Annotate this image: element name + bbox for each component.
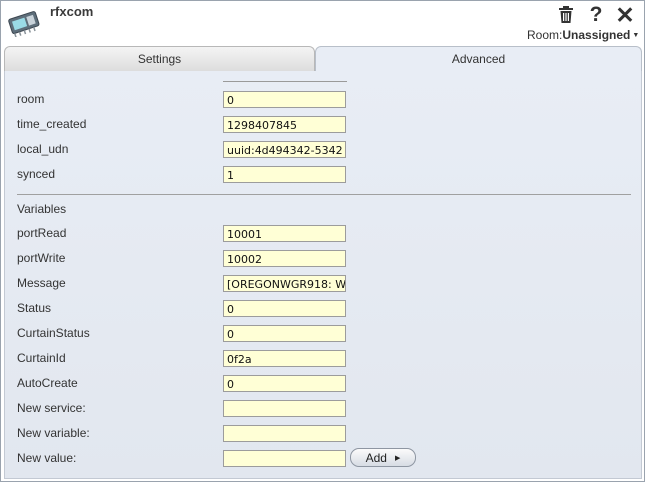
new-variable-label: New variable: — [17, 426, 90, 440]
advanced-panel: room 0 time_created 1298407845 local_udn… — [4, 71, 642, 479]
add-variable-button[interactable]: Add ▶ — [350, 448, 416, 467]
close-button[interactable]: ✕ — [615, 2, 635, 28]
variable-value-field[interactable]: 0f2a — [223, 350, 346, 367]
new-value-label: New value: — [17, 451, 77, 465]
room-selector[interactable]: Room:Unassigned ▼ — [527, 28, 639, 42]
variable-value-field[interactable]: 0 — [223, 375, 346, 392]
variable-value-field[interactable]: 10001 — [223, 225, 346, 242]
trash-icon — [559, 6, 573, 23]
variable-label: portRead — [17, 226, 67, 240]
add-button-label: Add — [365, 450, 387, 465]
arrow-right-icon: ▶ — [394, 454, 401, 462]
tab-advanced[interactable]: Advanced — [315, 46, 642, 72]
room-label: Room: — [527, 28, 563, 42]
device-title: rfxcom — [50, 4, 94, 19]
attribute-value-field[interactable]: uuid:4d494342-5342 — [223, 141, 346, 158]
new-service-label: New service: — [17, 401, 86, 415]
variable-label: AutoCreate — [17, 376, 78, 390]
new-value-input[interactable] — [223, 450, 346, 467]
chevron-down-icon: ▼ — [632, 32, 640, 40]
attribute-label: time_created — [17, 117, 87, 131]
help-button[interactable]: ? — [586, 3, 606, 26]
variable-value-field[interactable]: 0 — [223, 300, 346, 317]
new-variable-input[interactable] — [223, 425, 346, 442]
delete-device-button[interactable] — [556, 5, 576, 25]
rfxcom-device-icon — [8, 11, 40, 37]
attribute-label: local_udn — [17, 142, 69, 156]
attribute-value-field[interactable]: 0 — [223, 91, 346, 108]
attribute-label: synced — [17, 167, 56, 181]
new-service-input[interactable] — [223, 400, 346, 417]
variable-label: Message — [17, 276, 66, 290]
variable-value-field[interactable]: 0 — [223, 325, 346, 342]
room-value: Unassigned — [562, 28, 631, 42]
section-divider — [17, 194, 631, 195]
variable-value-field[interactable]: [OREGONWGR918: WIN — [223, 275, 346, 292]
divider — [223, 81, 347, 82]
variable-value-field[interactable]: 10002 — [223, 250, 346, 267]
variable-label: Status — [17, 301, 52, 315]
variable-label: CurtainStatus — [17, 326, 90, 340]
variable-label: portWrite — [17, 251, 66, 265]
window-header: rfxcom ? ✕ Room:Unassigned ▼ — [1, 1, 644, 45]
tab-bar: Settings Advanced — [4, 46, 642, 72]
attribute-label: room — [17, 92, 45, 106]
attribute-value-field[interactable]: 1 — [223, 166, 346, 183]
variables-heading: Variables — [17, 202, 67, 216]
device-settings-window: rfxcom ? ✕ Room:Unassigned ▼ Settings Adv… — [0, 0, 645, 482]
tab-settings[interactable]: Settings — [4, 46, 315, 72]
variable-label: CurtainId — [17, 351, 66, 365]
attribute-value-field[interactable]: 1298407845 — [223, 116, 346, 133]
